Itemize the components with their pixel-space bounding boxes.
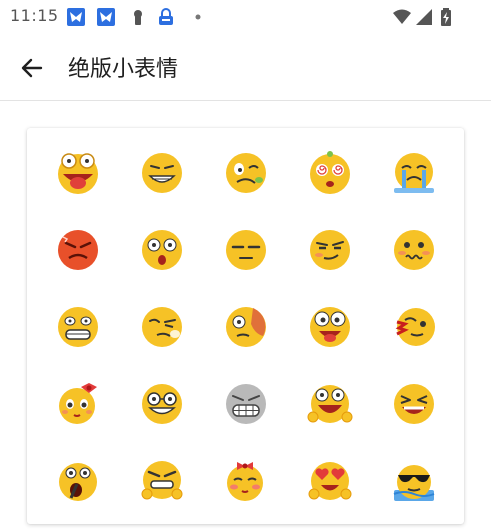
sunglasses-emoji-icon — [393, 465, 435, 501]
silly-face-emoji-icon — [310, 307, 350, 347]
emoji-grin[interactable] — [132, 143, 192, 203]
shy-bow-emoji-icon — [227, 462, 263, 501]
shocked-emoji-icon — [142, 230, 182, 270]
vpn-lock-icon — [156, 7, 176, 27]
app-bar: 绝版小表情 — [0, 34, 491, 101]
crying-emoji-icon — [394, 153, 434, 193]
emoji-bow-girl[interactable] — [48, 374, 108, 434]
emoji-eating[interactable] — [48, 451, 108, 511]
cheeky-emoji-icon — [142, 307, 182, 347]
wifi-icon — [392, 7, 412, 27]
battery-icon — [436, 7, 456, 27]
cellular-signal-icon — [414, 7, 434, 27]
emoji-determined[interactable] — [132, 451, 192, 511]
dot-icon — [188, 7, 208, 27]
emoji-embarrassed[interactable] — [384, 220, 444, 280]
angry-emoji-icon — [58, 230, 98, 270]
status-time: 11:15 — [10, 6, 59, 25]
unamused-emoji-icon — [226, 230, 266, 270]
status-bar: 11:15 — [0, 0, 491, 34]
determined-emoji-icon — [141, 461, 183, 500]
arrow-left-icon — [21, 58, 43, 78]
smirk-emoji-icon — [310, 230, 350, 270]
emoji-nervous-grin[interactable] — [48, 297, 108, 357]
emoji-shy-bow[interactable] — [216, 451, 276, 511]
emoji-sunglasses[interactable] — [384, 451, 444, 511]
nervous-grin-emoji-icon — [58, 307, 98, 347]
emoji-shocked[interactable] — [132, 220, 192, 280]
emoji-tongue-out[interactable] — [48, 143, 108, 203]
app-notification-icon — [66, 7, 86, 27]
glasses-grin-emoji-icon — [142, 384, 182, 424]
eating-emoji-icon — [59, 463, 97, 501]
app-notification-icon — [96, 7, 116, 27]
bow-girl-emoji-icon — [59, 383, 97, 424]
emoji-angry[interactable] — [48, 220, 108, 280]
emoji-crying[interactable] — [384, 143, 444, 203]
keyhole-icon — [128, 7, 148, 27]
nosebleed-emoji-icon — [395, 308, 435, 346]
emoji-glasses-grin[interactable] — [132, 374, 192, 434]
emoji-gray-grimace[interactable] — [216, 374, 276, 434]
heart-eyes-emoji-icon — [308, 462, 352, 500]
emoji-squint-laugh[interactable] — [384, 374, 444, 434]
emoji-cheeky[interactable] — [132, 297, 192, 357]
emoji-sick-face[interactable] — [216, 143, 276, 203]
emoji-silly-face[interactable] — [300, 297, 360, 357]
big-laugh-emoji-icon — [307, 385, 353, 423]
emoji-heart-eyes[interactable] — [300, 451, 360, 511]
grin-emoji-icon — [142, 153, 182, 193]
bruised-emoji-icon — [226, 307, 266, 347]
dizzy-face-emoji-icon — [310, 151, 350, 194]
emoji-bruised[interactable] — [216, 297, 276, 357]
emoji-dizzy-face[interactable] — [300, 143, 360, 203]
emoji-smirk[interactable] — [300, 220, 360, 280]
squint-laugh-emoji-icon — [394, 384, 434, 424]
page-title: 绝版小表情 — [68, 57, 179, 82]
emoji-grid-card — [27, 128, 464, 524]
emoji-unamused[interactable] — [216, 220, 276, 280]
gray-grimace-emoji-icon — [226, 384, 266, 424]
tongue-out-emoji-icon — [58, 153, 98, 194]
embarrassed-emoji-icon — [394, 230, 434, 270]
sick-face-emoji-icon — [226, 153, 266, 193]
emoji-big-laugh[interactable] — [300, 374, 360, 434]
back-button[interactable] — [12, 48, 52, 88]
emoji-nosebleed[interactable] — [384, 297, 444, 357]
